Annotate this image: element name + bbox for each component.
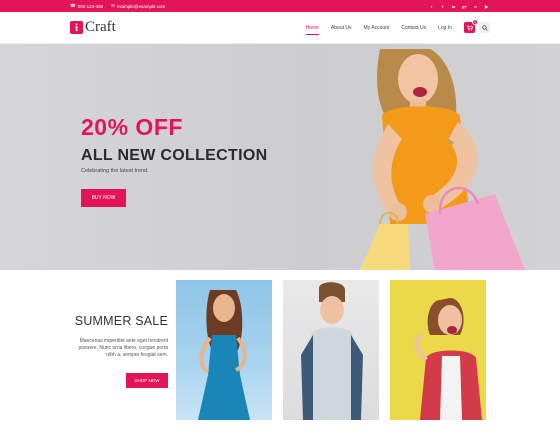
- summer-sale-block: SUMMER SALE Maecenas imperdiet ante eget…: [68, 314, 168, 388]
- contact-info: ☎ 000-123-456 ✉ example@example.com: [70, 3, 165, 9]
- cart-button[interactable]: 0: [464, 19, 478, 33]
- phone-icon: ☎: [70, 3, 76, 8]
- nav-about-us[interactable]: About Us: [325, 12, 358, 44]
- hero-discount: 20% OFF: [81, 114, 183, 140]
- product-image-shirt[interactable]: [283, 280, 379, 420]
- phone-contact[interactable]: ☎ 000-123-456: [70, 3, 103, 9]
- hero-subtitle: Celebrating the latest trend.: [81, 168, 149, 174]
- nav-home[interactable]: Home: [300, 12, 325, 44]
- logo-wordmark: Craft: [85, 19, 116, 35]
- google-plus-icon[interactable]: g+: [461, 3, 468, 10]
- search-icon: [481, 24, 488, 31]
- hero-image: [360, 49, 525, 270]
- nav-log-in[interactable]: Log In: [432, 12, 458, 44]
- sale-description: Maecenas imperdiet ante eget hendrerit p…: [78, 338, 168, 358]
- hero-banner: 20% OFF ALL NEW COLLECTION Celebrating t…: [0, 44, 560, 270]
- nav-contact-us[interactable]: Contact Us: [395, 12, 432, 44]
- promo-section: SUMMER SALE Maecenas imperdiet ante eget…: [0, 270, 560, 436]
- social-links: t f in g+ •• ▶: [428, 3, 490, 10]
- twitter-icon[interactable]: t: [428, 3, 435, 10]
- site-header: i Craft Home About Us My Account Contact…: [0, 12, 560, 44]
- search-button[interactable]: [479, 22, 490, 33]
- email-address: example@example.com: [116, 3, 166, 9]
- top-bar: ☎ 000-123-456 ✉ example@example.com t f …: [0, 0, 560, 12]
- sale-title: SUMMER SALE: [74, 314, 168, 328]
- site-logo[interactable]: i Craft: [70, 19, 116, 36]
- hero-text: 20% OFF ALL NEW COLLECTION Celebrating t…: [81, 114, 267, 207]
- facebook-icon[interactable]: f: [439, 3, 446, 10]
- product-image-dress[interactable]: [176, 280, 272, 420]
- logo-mark: i: [70, 21, 83, 34]
- youtube-icon[interactable]: ▶: [483, 3, 490, 10]
- nav-my-account[interactable]: My Account: [358, 12, 396, 44]
- product-image-plaid[interactable]: [390, 280, 486, 420]
- buy-now-button[interactable]: BUY NOW: [81, 189, 126, 207]
- email-contact[interactable]: ✉ example@example.com: [111, 3, 165, 9]
- cart-count-badge: 0: [472, 19, 478, 25]
- main-nav: Home About Us My Account Contact Us Log …: [300, 12, 490, 44]
- envelope-icon: ✉: [111, 3, 115, 8]
- linkedin-icon[interactable]: in: [450, 3, 457, 10]
- shop-now-button[interactable]: SHOP NOW: [126, 373, 168, 388]
- hero-headline: ALL NEW COLLECTION: [81, 147, 268, 164]
- flickr-icon[interactable]: ••: [472, 3, 479, 10]
- phone-number: 000-123-456: [77, 3, 104, 9]
- cart-icon: [466, 25, 473, 31]
